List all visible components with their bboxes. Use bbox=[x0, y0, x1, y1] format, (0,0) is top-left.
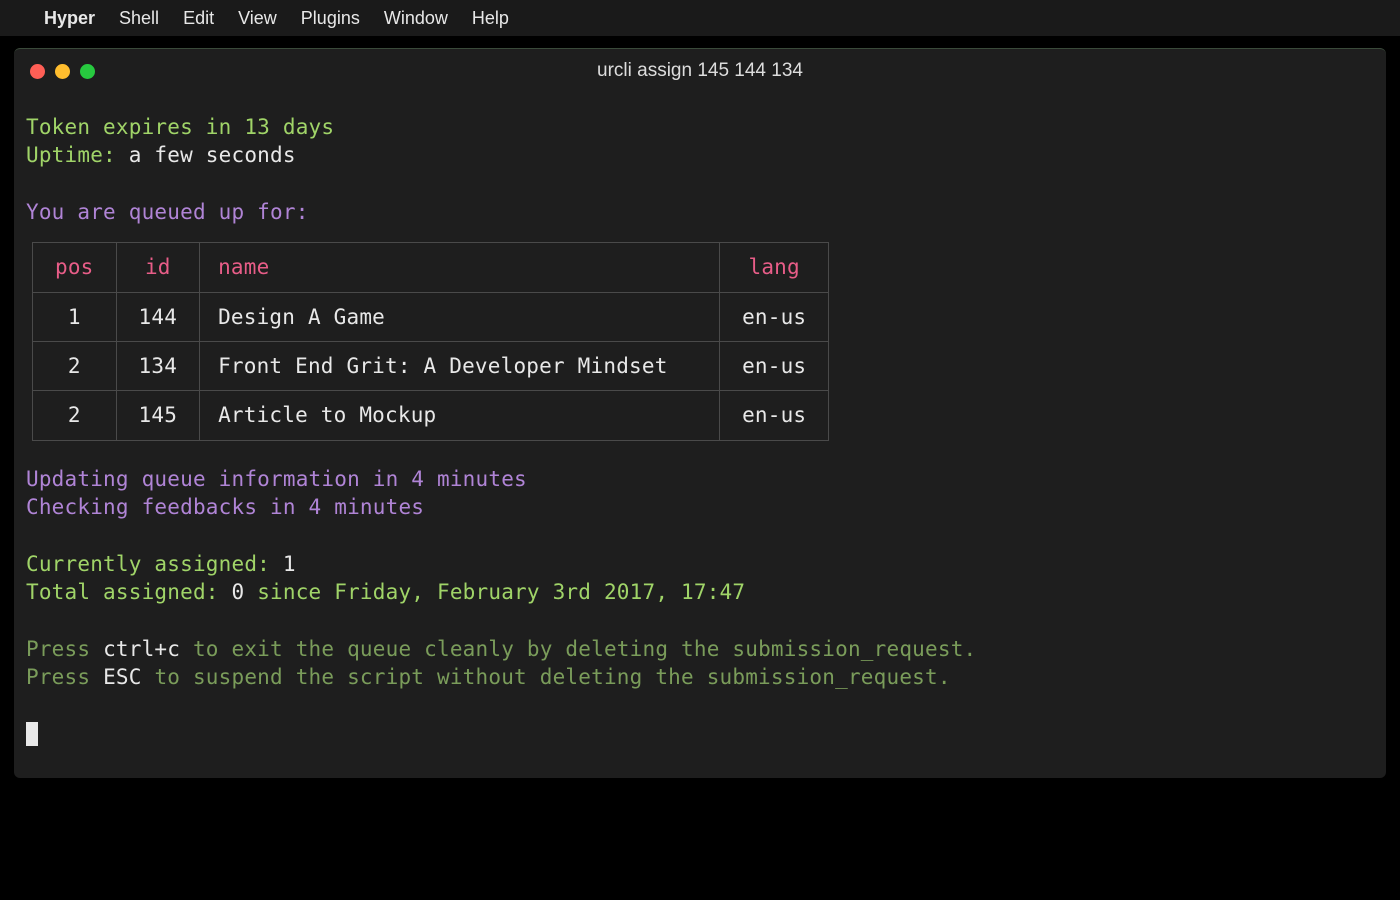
total-since: since Friday, February 3rd 2017, 17:47 bbox=[257, 580, 745, 604]
cell-pos: 1 bbox=[33, 292, 117, 341]
prompt-line[interactable] bbox=[26, 720, 1374, 748]
uptime-value: a few seconds bbox=[129, 143, 296, 167]
th-id: id bbox=[116, 243, 200, 292]
th-name: name bbox=[200, 243, 720, 292]
currently-label: Currently assigned: bbox=[26, 552, 270, 576]
menu-app[interactable]: Hyper bbox=[44, 8, 95, 29]
currently-value: 1 bbox=[283, 552, 296, 576]
menu-edit[interactable]: Edit bbox=[183, 8, 214, 29]
cell-name: Design A Game bbox=[200, 292, 720, 341]
terminal-window: urcli assign 145 144 134 Token expires i… bbox=[14, 48, 1386, 778]
menu-view[interactable]: View bbox=[238, 8, 277, 29]
updating-line: Updating queue information in 4 minutes bbox=[26, 465, 1374, 493]
press1-key: ctrl+c bbox=[103, 637, 180, 661]
terminal-body[interactable]: Token expires in 13 days Uptime: a few s… bbox=[14, 93, 1386, 778]
close-icon[interactable] bbox=[30, 64, 45, 79]
menu-shell[interactable]: Shell bbox=[119, 8, 159, 29]
cell-id: 134 bbox=[116, 342, 200, 391]
cell-pos: 2 bbox=[33, 342, 117, 391]
cell-lang: en-us bbox=[720, 342, 829, 391]
cell-lang: en-us bbox=[720, 292, 829, 341]
total-value: 0 bbox=[232, 580, 245, 604]
th-pos: pos bbox=[33, 243, 117, 292]
table-row: 1 144 Design A Game en-us bbox=[33, 292, 829, 341]
minimize-icon[interactable] bbox=[55, 64, 70, 79]
currently-assigned-line: Currently assigned: 1 bbox=[26, 550, 1374, 578]
cursor-icon bbox=[26, 722, 38, 746]
table-header-row: pos id name lang bbox=[33, 243, 829, 292]
total-assigned-line: Total assigned: 0 since Friday, February… bbox=[26, 578, 1374, 606]
cell-name: Article to Mockup bbox=[200, 391, 720, 440]
menu-help[interactable]: Help bbox=[472, 8, 509, 29]
menu-window[interactable]: Window bbox=[384, 8, 448, 29]
cell-pos: 2 bbox=[33, 391, 117, 440]
press2-key: ESC bbox=[103, 665, 142, 689]
queue-table: pos id name lang 1 144 Design A Game en-… bbox=[32, 242, 829, 440]
suspend-hint-line: Press ESC to suspend the script without … bbox=[26, 663, 1374, 691]
cell-lang: en-us bbox=[720, 391, 829, 440]
maximize-icon[interactable] bbox=[80, 64, 95, 79]
titlebar[interactable]: urcli assign 145 144 134 bbox=[14, 49, 1386, 93]
th-lang: lang bbox=[720, 243, 829, 292]
table-row: 2 145 Article to Mockup en-us bbox=[33, 391, 829, 440]
table-row: 2 134 Front End Grit: A Developer Mindse… bbox=[33, 342, 829, 391]
window-title: urcli assign 145 144 134 bbox=[597, 60, 803, 82]
uptime-line: Uptime: a few seconds bbox=[26, 141, 1374, 169]
total-label: Total assigned: bbox=[26, 580, 219, 604]
menu-plugins[interactable]: Plugins bbox=[301, 8, 360, 29]
token-expiry-line: Token expires in 13 days bbox=[26, 113, 1374, 141]
cell-id: 144 bbox=[116, 292, 200, 341]
cell-name: Front End Grit: A Developer Mindset bbox=[200, 342, 720, 391]
macos-menubar: Hyper Shell Edit View Plugins Window Hel… bbox=[0, 0, 1400, 36]
cell-id: 145 bbox=[116, 391, 200, 440]
press2-a: Press bbox=[26, 665, 90, 689]
uptime-label: Uptime: bbox=[26, 143, 116, 167]
checking-line: Checking feedbacks in 4 minutes bbox=[26, 493, 1374, 521]
press1-a: Press bbox=[26, 637, 90, 661]
press2-b: to suspend the script without deleting t… bbox=[154, 665, 950, 689]
queue-heading: You are queued up for: bbox=[26, 198, 1374, 226]
traffic-lights bbox=[30, 64, 95, 79]
press1-b: to exit the queue cleanly by deleting th… bbox=[193, 637, 976, 661]
exit-hint-line: Press ctrl+c to exit the queue cleanly b… bbox=[26, 635, 1374, 663]
